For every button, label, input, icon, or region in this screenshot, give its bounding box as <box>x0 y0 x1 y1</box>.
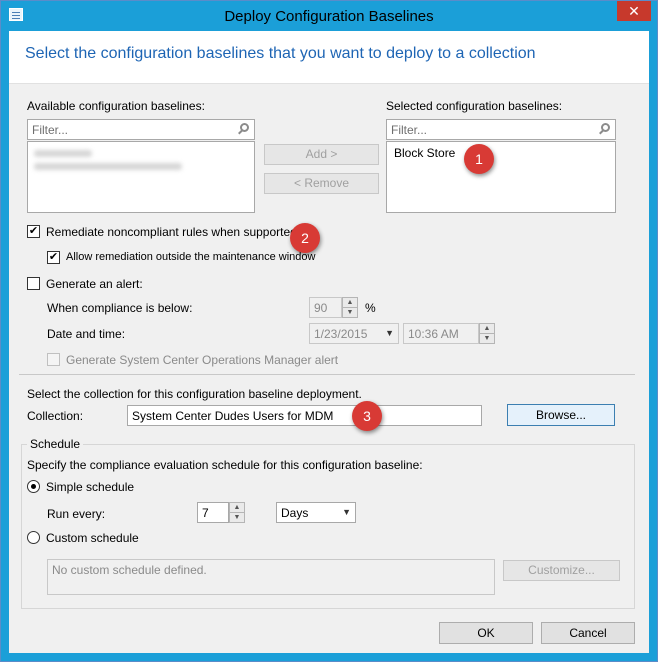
alert-date-value: 1/23/2015 <box>314 327 368 341</box>
custom-schedule-radio[interactable] <box>27 531 40 544</box>
schedule-prompt: Specify the compliance evaluation schedu… <box>27 458 423 472</box>
remove-button[interactable]: < Remove <box>264 173 379 194</box>
remediate-checkbox[interactable]: ✔ <box>27 225 40 238</box>
spin-up-icon[interactable]: ▲ <box>343 298 357 308</box>
custom-schedule-text: No custom schedule defined. <box>47 559 495 595</box>
compliance-below-label: When compliance is below: <box>47 301 193 315</box>
compliance-spinner[interactable]: ▲ ▼ <box>342 297 358 318</box>
generate-alert-checkbox[interactable] <box>27 277 40 290</box>
close-icon: ✕ <box>628 3 640 19</box>
add-button[interactable]: Add > <box>264 144 379 165</box>
list-item[interactable]: Block Store <box>394 146 455 160</box>
blurred-list-item <box>34 150 92 157</box>
scom-alert-checkbox[interactable] <box>47 353 60 366</box>
time-spinner[interactable]: ▲ ▼ <box>479 323 495 344</box>
annotation-badge-3: 3 <box>352 401 382 431</box>
alert-time-input[interactable]: 10:36 AM <box>403 323 479 344</box>
collection-label: Collection: <box>27 409 84 423</box>
spin-down-icon[interactable]: ▼ <box>230 513 244 523</box>
window-title: Deploy Configuration Baselines <box>224 8 434 25</box>
available-filter-input[interactable]: Filter... <box>27 119 255 140</box>
spin-down-icon[interactable]: ▼ <box>480 334 494 344</box>
customize-button[interactable]: Customize... <box>503 560 620 581</box>
spin-up-icon[interactable]: ▲ <box>480 324 494 334</box>
title-bar[interactable]: Deploy Configuration Baselines ✕ <box>1 1 657 31</box>
header-panel: Select the configuration baselines that … <box>9 31 649 84</box>
chevron-down-icon: ▼ <box>385 328 394 338</box>
compliance-percent-input[interactable]: 90 <box>309 297 342 318</box>
run-every-label: Run every: <box>47 507 106 521</box>
available-filter-placeholder: Filter... <box>32 123 69 137</box>
dialog-window: Deploy Configuration Baselines ✕ Select … <box>0 0 658 662</box>
remediate-label: Remediate noncompliant rules when suppor… <box>46 225 297 239</box>
selected-baselines-list[interactable]: Block Store <box>386 141 616 213</box>
selected-filter-placeholder: Filter... <box>391 123 428 137</box>
spin-up-icon[interactable]: ▲ <box>230 503 244 513</box>
divider <box>19 374 635 375</box>
allow-remediation-label: Allow remediation outside the maintenanc… <box>66 251 316 263</box>
annotation-badge-1: 1 <box>464 144 494 174</box>
schedule-unit-select[interactable]: Days ▼ <box>276 502 356 523</box>
chevron-down-icon: ▼ <box>342 507 351 517</box>
schedule-unit-value: Days <box>281 506 309 520</box>
available-baselines-list[interactable] <box>27 141 255 213</box>
close-button[interactable]: ✕ <box>617 1 651 21</box>
available-baselines-label: Available configuration baselines: <box>27 99 205 113</box>
page-title: Select the configuration baselines that … <box>25 45 536 62</box>
simple-schedule-radio[interactable] <box>27 480 40 493</box>
alert-date-picker[interactable]: 1/23/2015 ▼ <box>309 323 399 344</box>
ok-button[interactable]: OK <box>439 622 533 644</box>
allow-remediation-checkbox[interactable]: ✔ <box>47 251 60 264</box>
percent-label: % <box>365 301 376 315</box>
collection-prompt: Select the collection for this configura… <box>27 387 362 401</box>
selected-baselines-label: Selected configuration baselines: <box>386 99 563 113</box>
blurred-list-item <box>34 163 182 170</box>
schedule-group-label: Schedule <box>27 437 84 451</box>
dialog-content: Select the configuration baselines that … <box>9 31 649 653</box>
run-every-spinner[interactable]: ▲ ▼ <box>229 502 245 523</box>
custom-schedule-label: Custom schedule <box>46 531 139 545</box>
run-every-input[interactable]: 7 <box>197 502 229 523</box>
browse-button[interactable]: Browse... <box>507 404 615 426</box>
dialog-body: Available configuration baselines: Filte… <box>9 84 649 653</box>
generate-alert-label: Generate an alert: <box>46 277 143 291</box>
search-icon <box>601 123 610 132</box>
search-icon <box>240 123 249 132</box>
simple-schedule-label: Simple schedule <box>46 480 135 494</box>
annotation-badge-2: 2 <box>290 223 320 253</box>
selected-filter-input[interactable]: Filter... <box>386 119 616 140</box>
collection-input[interactable]: System Center Dudes Users for MDM <box>127 405 482 426</box>
spin-down-icon[interactable]: ▼ <box>343 308 357 318</box>
cancel-button[interactable]: Cancel <box>541 622 635 644</box>
scom-alert-label: Generate System Center Operations Manage… <box>66 353 339 367</box>
date-time-label: Date and time: <box>47 327 126 341</box>
